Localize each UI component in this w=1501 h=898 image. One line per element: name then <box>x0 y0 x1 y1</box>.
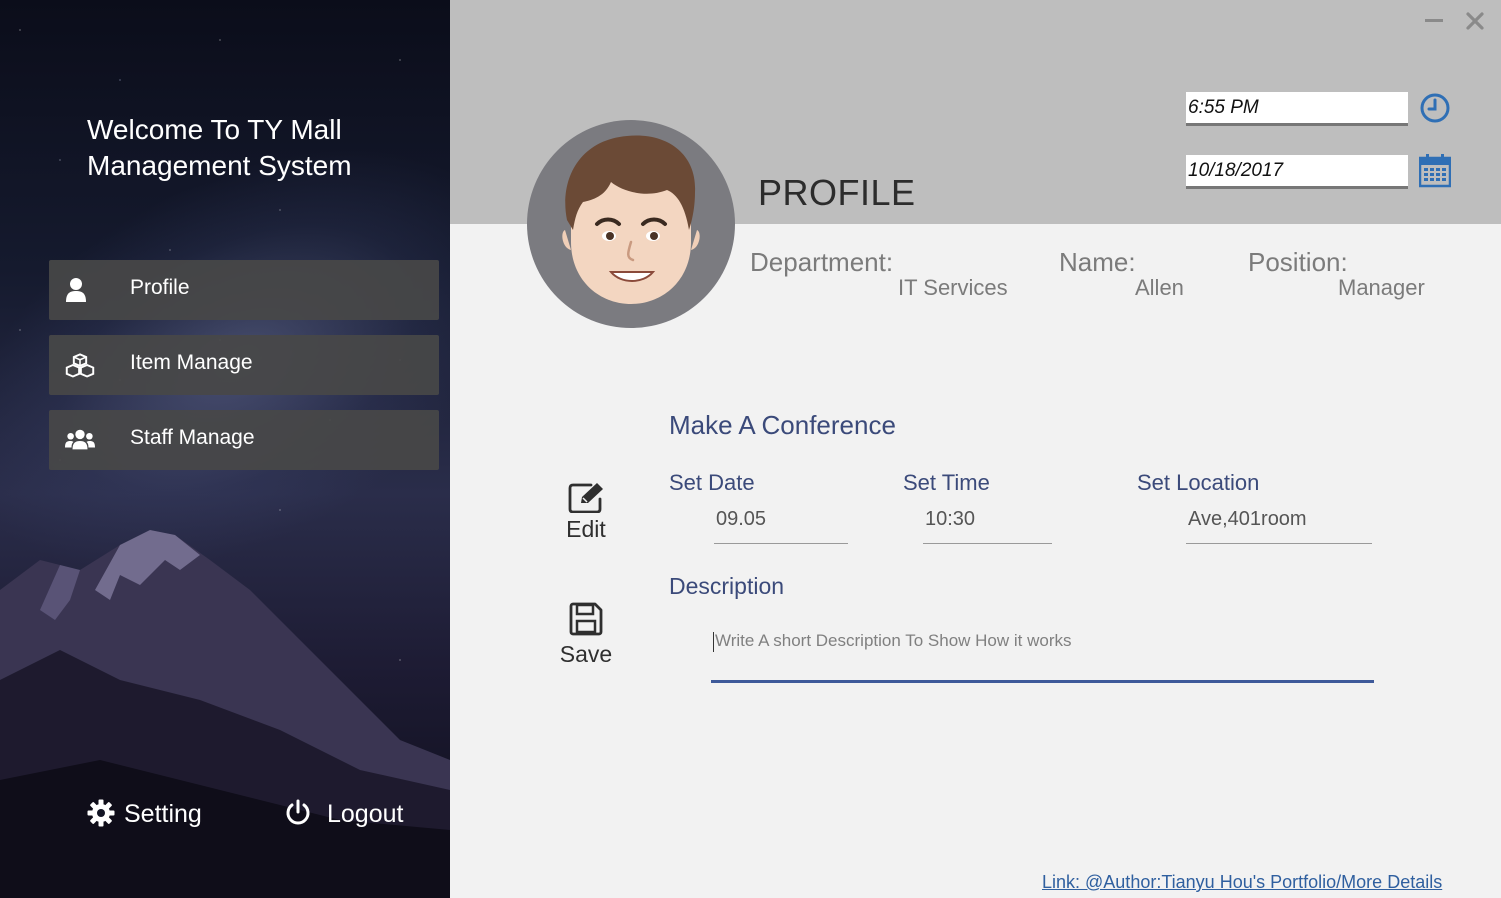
sidebar-item-profile[interactable]: Profile <box>49 260 439 320</box>
description-label: Description <box>669 573 785 599</box>
sidebar-item-label: Item Manage <box>130 351 253 374</box>
welcome-line-2: Management System <box>87 150 352 181</box>
sidebar-item-label: Staff Manage <box>130 426 255 449</box>
description-placeholder: Write A short Description To Show How it… <box>715 631 1072 650</box>
conference-title: Make A Conference <box>669 410 896 440</box>
save-button[interactable]: Save <box>551 600 621 670</box>
text-caret <box>713 631 714 652</box>
sidebar: Welcome To TY Mall Management System Pro… <box>0 0 450 898</box>
logout-label: Logout <box>327 800 404 828</box>
set-location-input[interactable]: Ave,401room <box>1186 508 1372 544</box>
close-icon[interactable] <box>1465 10 1485 32</box>
name-value: Allen <box>1135 275 1184 300</box>
name-label: Name: <box>1059 247 1136 277</box>
clock-icon[interactable] <box>1419 92 1451 124</box>
welcome-message: Welcome To TY Mall Management System <box>87 112 427 184</box>
power-icon <box>286 799 310 825</box>
author-link[interactable]: Link: @Author:Tianyu Hou's Portfolio/Mor… <box>1042 872 1442 893</box>
time-field[interactable]: 6:55 PM <box>1186 92 1408 126</box>
edit-button[interactable]: Edit <box>551 478 621 544</box>
cubes-icon <box>65 353 95 378</box>
date-field[interactable]: 10/18/2017 <box>1186 155 1408 189</box>
calendar-icon[interactable] <box>1419 154 1451 188</box>
app-window: Welcome To TY Mall Management System Pro… <box>0 0 1501 898</box>
department-label: Department: <box>750 247 894 277</box>
save-label: Save <box>559 641 613 667</box>
position-value: Manager <box>1338 275 1425 300</box>
page-title: PROFILE <box>758 172 916 213</box>
sidebar-item-item-manage[interactable]: Item Manage <box>49 335 439 395</box>
users-icon <box>65 429 95 450</box>
department-value: IT Services <box>898 275 1008 300</box>
avatar <box>527 120 735 328</box>
gear-icon <box>87 799 115 827</box>
set-date-label: Set Date <box>669 470 755 495</box>
set-time-input[interactable]: 10:30 <box>923 508 1052 544</box>
logout-button[interactable]: Logout <box>284 796 414 836</box>
set-date-input[interactable]: 09.05 <box>714 508 848 544</box>
welcome-line-1: Welcome To TY Mall <box>87 114 342 145</box>
set-time-label: Set Time <box>903 470 990 495</box>
setting-label: Setting <box>124 800 202 828</box>
main-panel: 6:55 PM 10/18/2017 PROFILE Department: I… <box>450 0 1501 898</box>
setting-button[interactable]: Setting <box>87 796 217 836</box>
edit-label: Edit <box>566 516 606 542</box>
user-icon <box>66 278 86 302</box>
sidebar-item-staff-manage[interactable]: Staff Manage <box>49 410 439 470</box>
set-location-label: Set Location <box>1137 470 1260 495</box>
minimize-icon[interactable] <box>1424 10 1444 30</box>
description-input[interactable]: Write A short Description To Show How it… <box>711 626 1374 683</box>
position-label: Position: <box>1248 247 1348 277</box>
edit-icon <box>568 483 603 513</box>
floppy-disk-icon <box>569 602 603 636</box>
sidebar-item-label: Profile <box>130 276 190 299</box>
